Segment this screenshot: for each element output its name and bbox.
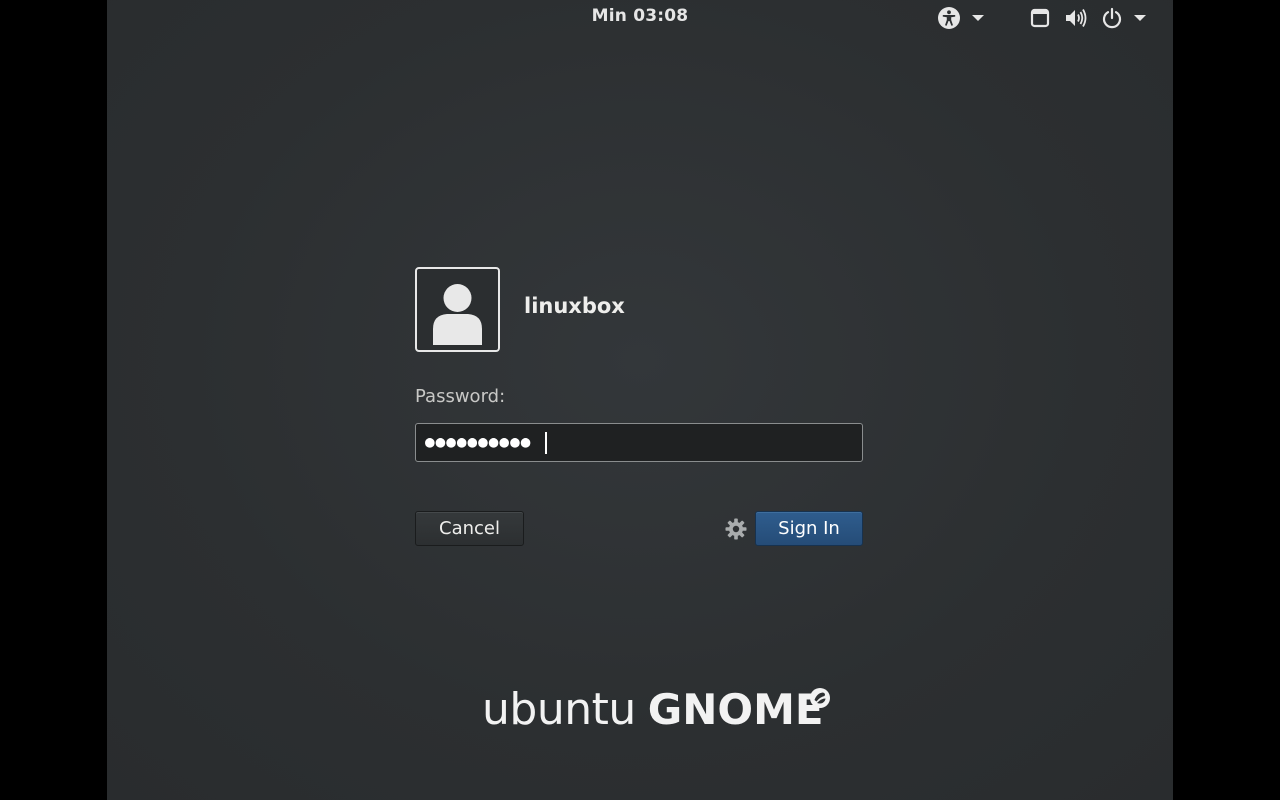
power-icon[interactable]: [1101, 7, 1123, 29]
chevron-down-icon[interactable]: [1133, 13, 1147, 23]
chevron-down-icon[interactable]: [971, 13, 985, 23]
accessibility-icon[interactable]: [937, 6, 961, 30]
clock[interactable]: Min 03:08: [107, 6, 1173, 26]
gear-icon[interactable]: [724, 517, 748, 545]
user-icon: [433, 284, 482, 345]
username-label: linuxbox: [524, 294, 625, 318]
gnome-foot-icon: [808, 686, 832, 714]
password-input[interactable]: ●●●●●●●●●●: [415, 423, 863, 462]
ubuntu-gnome-logo: ubuntu GNOME: [482, 684, 830, 735]
logo-gnome-text: GNOME: [647, 685, 824, 734]
text-cursor: [545, 432, 547, 454]
password-value: ●●●●●●●●●●: [425, 432, 532, 451]
sign-in-button[interactable]: Sign In: [755, 511, 863, 546]
system-menu[interactable]: [1029, 4, 1147, 32]
password-label: Password:: [415, 386, 506, 407]
logo-ubuntu-text: ubuntu: [482, 684, 636, 735]
cancel-button[interactable]: Cancel: [415, 511, 524, 546]
login-screen: Min 03:08 linuxbox Password: ●●●●●●●●●● …: [107, 0, 1173, 800]
window-icon[interactable]: [1029, 7, 1051, 29]
accessibility-menu[interactable]: [937, 4, 985, 32]
avatar: [415, 267, 500, 352]
volume-icon[interactable]: [1064, 7, 1088, 29]
